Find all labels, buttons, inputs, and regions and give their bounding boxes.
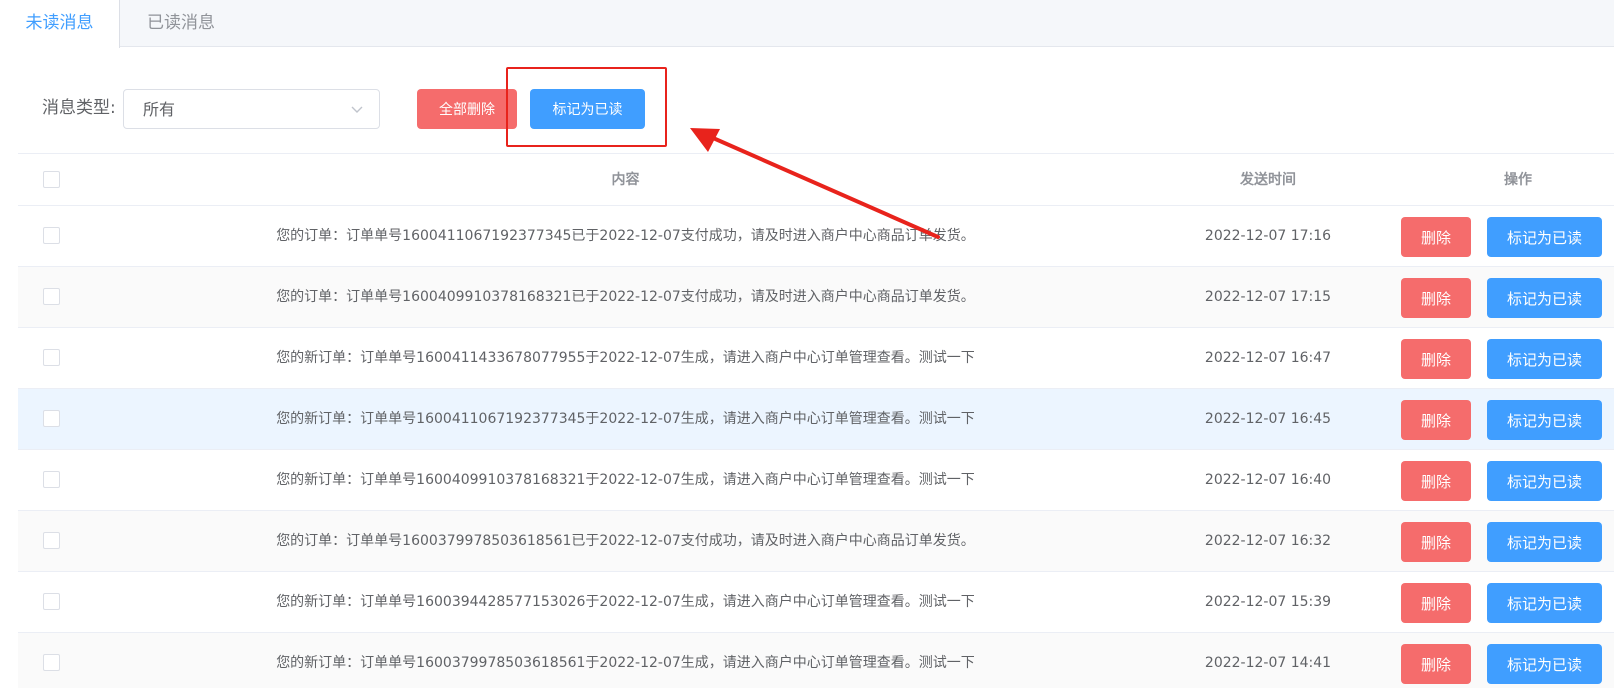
delete-button[interactable]: 删除 xyxy=(1401,461,1471,501)
annotation-highlight-box xyxy=(506,67,667,147)
mark-read-button[interactable]: 标记为已读 xyxy=(1487,522,1602,562)
delete-button[interactable]: 删除 xyxy=(1401,522,1471,562)
delete-all-button[interactable]: 全部删除 xyxy=(417,89,517,129)
send-time: 2022-12-07 15:39 xyxy=(1204,594,1332,610)
message-content: 您的新订单：订单单号1600411067192377345于2022-12-07… xyxy=(276,411,975,427)
message-content: 您的订单：订单单号1600409910378168321已于2022-12-07… xyxy=(276,289,975,305)
message-content: 您的订单：订单单号1600379978503618561已于2022-12-07… xyxy=(276,533,975,549)
row-checkbox[interactable] xyxy=(43,593,60,610)
send-time: 2022-12-07 17:16 xyxy=(1204,228,1332,244)
table-row: 您的订单：订单单号1600409910378168321已于2022-12-07… xyxy=(18,267,1614,328)
delete-button[interactable]: 删除 xyxy=(1401,339,1471,379)
message-content: 您的新订单：订单单号1600411433678077955于2022-12-07… xyxy=(276,350,975,366)
send-time: 2022-12-07 17:15 xyxy=(1204,289,1332,305)
select-all-checkbox[interactable] xyxy=(43,171,60,188)
row-checkbox[interactable] xyxy=(43,532,60,549)
header-actions: 操作 xyxy=(1504,172,1532,188)
delete-button[interactable]: 删除 xyxy=(1401,217,1471,257)
message-content: 您的新订单：订单单号1600379978503618561于2022-12-07… xyxy=(276,655,975,671)
table-row: 您的新订单：订单单号1600394428577153026于2022-12-07… xyxy=(18,572,1614,633)
table-row: 您的新订单：订单单号1600411067192377345于2022-12-07… xyxy=(18,389,1614,450)
row-checkbox[interactable] xyxy=(43,349,60,366)
message-type-label: 消息类型: xyxy=(42,98,116,118)
delete-button[interactable]: 删除 xyxy=(1401,644,1471,684)
mark-read-button[interactable]: 标记为已读 xyxy=(1487,400,1602,440)
delete-button[interactable]: 删除 xyxy=(1401,278,1471,318)
tab-read[interactable]: 已读消息 xyxy=(120,0,242,47)
table-row: 您的新订单：订单单号1600411433678077955于2022-12-07… xyxy=(18,328,1614,389)
mark-read-button[interactable]: 标记为已读 xyxy=(1487,583,1602,623)
message-type-value: 所有 xyxy=(143,100,176,119)
send-time: 2022-12-07 14:41 xyxy=(1204,655,1332,671)
message-content: 您的订单：订单单号1600411067192377345已于2022-12-07… xyxy=(276,228,975,244)
header-content: 内容 xyxy=(611,172,640,188)
delete-button[interactable]: 删除 xyxy=(1401,583,1471,623)
message-content: 您的新订单：订单单号1600394428577153026于2022-12-07… xyxy=(276,594,975,610)
row-checkbox[interactable] xyxy=(43,471,60,488)
message-content: 您的新订单：订单单号1600409910378168321于2022-12-07… xyxy=(276,472,975,488)
table-row: 您的订单：订单单号1600379978503618561已于2022-12-07… xyxy=(18,511,1614,572)
delete-button[interactable]: 删除 xyxy=(1401,400,1471,440)
mark-read-button[interactable]: 标记为已读 xyxy=(1487,644,1602,684)
mark-read-button[interactable]: 标记为已读 xyxy=(1487,339,1602,379)
row-checkbox[interactable] xyxy=(43,227,60,244)
send-time: 2022-12-07 16:47 xyxy=(1204,350,1332,366)
message-table: 内容 发送时间 操作 您的订单：订单单号1600411067192377345已… xyxy=(18,153,1614,688)
table-row: 您的订单：订单单号1600411067192377345已于2022-12-07… xyxy=(18,206,1614,267)
send-time: 2022-12-07 16:32 xyxy=(1204,533,1332,549)
table-header: 内容 发送时间 操作 xyxy=(18,154,1614,206)
mark-read-button[interactable]: 标记为已读 xyxy=(1487,461,1602,501)
row-checkbox[interactable] xyxy=(43,410,60,427)
send-time: 2022-12-07 16:40 xyxy=(1204,472,1332,488)
message-tabs: 未读消息 已读消息 xyxy=(0,0,1614,48)
chevron-down-icon xyxy=(351,106,363,113)
send-time: 2022-12-07 16:45 xyxy=(1204,411,1332,427)
message-type-select[interactable]: 所有 xyxy=(123,89,380,129)
mark-read-button[interactable]: 标记为已读 xyxy=(1487,278,1602,318)
row-checkbox[interactable] xyxy=(43,654,60,671)
table-row: 您的新订单：订单单号1600379978503618561于2022-12-07… xyxy=(18,633,1614,688)
row-checkbox[interactable] xyxy=(43,288,60,305)
table-row: 您的新订单：订单单号1600409910378168321于2022-12-07… xyxy=(18,450,1614,511)
header-send-time: 发送时间 xyxy=(1240,172,1296,188)
mark-read-button[interactable]: 标记为已读 xyxy=(1487,217,1602,257)
tab-unread[interactable]: 未读消息 xyxy=(0,0,120,48)
